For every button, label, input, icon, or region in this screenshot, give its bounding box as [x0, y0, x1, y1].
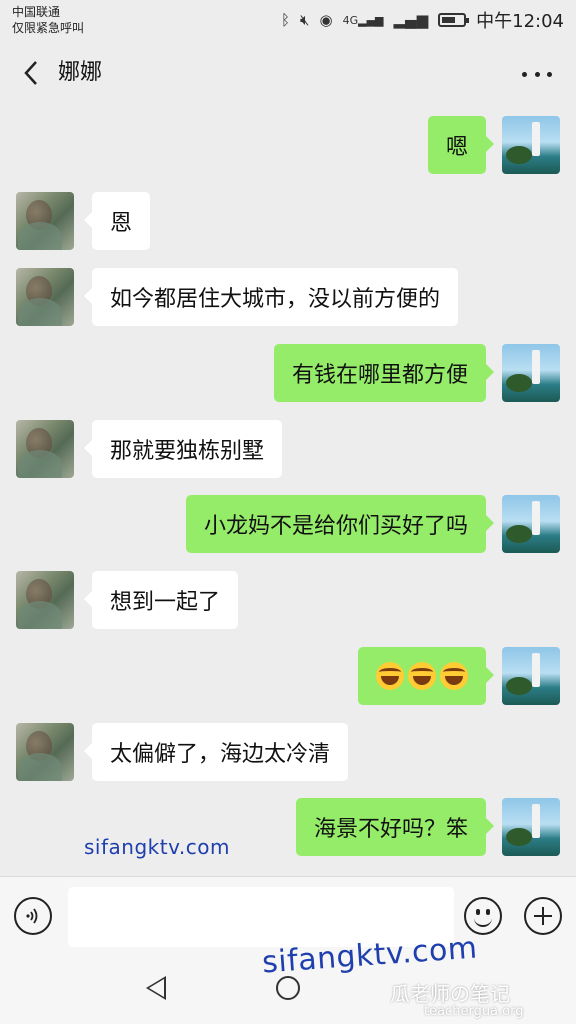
nav-back-icon[interactable] — [146, 976, 166, 1000]
chat-header: 娜娜 — [0, 44, 576, 104]
signal-x-icon: ▂▄▆ — [393, 11, 429, 29]
message-text: 有钱在哪里都方便 — [291, 363, 468, 388]
message-bubble-incoming[interactable]: 如今都居住大城市，没以前方便的 — [83, 268, 459, 326]
carrier-info: 中国联通 仅限紧急呼叫 — [12, 4, 84, 36]
contact-avatar[interactable] — [16, 571, 74, 629]
contact-avatar[interactable] — [16, 268, 74, 326]
signal-4g-icon: 4G▂▄▆ — [342, 13, 384, 27]
message-bubble-incoming[interactable]: 那就要独栋别墅 — [83, 420, 283, 478]
sound-waves-icon — [26, 908, 38, 924]
message-bubble-outgoing[interactable] — [358, 647, 494, 705]
watermark-brand: 瓜老师の笔记 — [390, 982, 510, 1006]
message-text: 太偏僻了，海边太冷清 — [110, 742, 331, 767]
nav-home-icon[interactable] — [276, 976, 300, 1000]
message-text: 恩 — [110, 211, 133, 236]
emoji-picker-icon[interactable] — [464, 897, 502, 935]
message-bubble-incoming[interactable]: 想到一起了 — [83, 571, 239, 629]
clock: 中午12:04 — [476, 11, 564, 32]
message-bubble-outgoing[interactable]: 有钱在哪里都方便 — [273, 344, 495, 402]
watermark-site-small: sifangktv.com — [84, 835, 230, 859]
back-arrow-icon[interactable] — [18, 58, 48, 88]
voice-input-icon[interactable] — [14, 897, 52, 935]
message-text: 想到一起了 — [110, 590, 221, 615]
add-attachment-icon[interactable] — [524, 897, 562, 935]
my-avatar[interactable] — [502, 344, 560, 402]
more-options-icon[interactable] — [522, 59, 552, 89]
contact-avatar[interactable] — [16, 192, 74, 250]
my-avatar[interactable] — [502, 495, 560, 553]
message-bubble-incoming[interactable]: 太偏僻了，海边太冷清 — [83, 723, 349, 781]
message-text: 小龙妈不是给你们买好了吗 — [203, 514, 468, 539]
carrier-emergency-note: 仅限紧急呼叫 — [12, 21, 85, 35]
message-text: 嗯 — [445, 135, 468, 160]
bluetooth-icon: ᛒ — [281, 11, 291, 29]
mute-icon: 🔇︎ — [300, 11, 310, 29]
watermark-brand-url: teachergua.org — [424, 1004, 524, 1019]
face-with-tears-of-joy-icon — [440, 662, 468, 690]
carrier-name: 中国联通 — [12, 5, 61, 19]
battery-icon — [438, 13, 470, 27]
contact-name: 娜娜 — [58, 60, 103, 85]
eye-icon: ◉ — [319, 11, 333, 29]
message-bubble-incoming[interactable]: 恩 — [83, 192, 151, 250]
contact-avatar[interactable] — [16, 420, 74, 478]
network-label: 4G — [342, 13, 359, 27]
message-text: 海景不好吗？笨 — [313, 817, 468, 842]
message-bubble-outgoing[interactable]: 小龙妈不是给你们买好了吗 — [185, 495, 495, 553]
status-bar: 中国联通 仅限紧急呼叫 ᛒ 🔇︎ ◉ 4G▂▄▆ ▂▄▆ 中午12:04 — [0, 0, 576, 44]
message-bubble-outgoing[interactable]: 海景不好吗？笨 — [295, 798, 495, 856]
face-with-tears-of-joy-icon — [408, 662, 436, 690]
status-icons: ᛒ 🔇︎ ◉ 4G▂▄▆ ▂▄▆ 中午12:04 — [281, 8, 564, 32]
contact-avatar[interactable] — [16, 723, 74, 781]
message-bubble-outgoing[interactable]: 嗯 — [427, 116, 495, 174]
my-avatar[interactable] — [502, 647, 560, 705]
my-avatar[interactable] — [502, 798, 560, 856]
my-avatar[interactable] — [502, 116, 560, 174]
message-text: 如今都居住大城市，没以前方便的 — [110, 287, 441, 312]
face-with-tears-of-joy-icon — [376, 662, 404, 690]
message-text: 那就要独栋别墅 — [110, 439, 265, 464]
